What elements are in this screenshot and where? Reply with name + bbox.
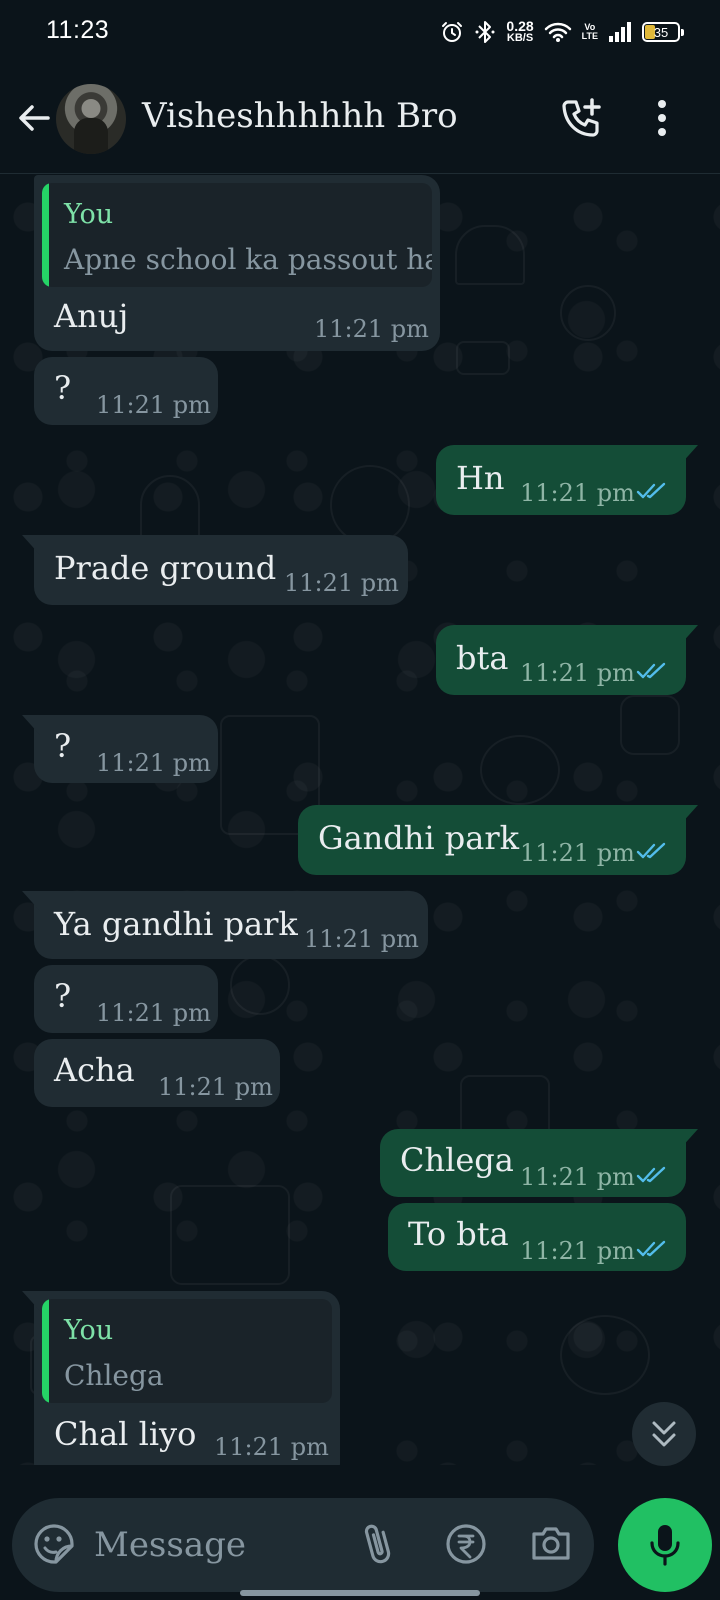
message-outgoing[interactable]: Chlega 11:21 pm xyxy=(380,1129,698,1197)
scroll-to-bottom-button[interactable] xyxy=(632,1402,696,1466)
message-incoming[interactable]: Acha 11:21 pm xyxy=(34,1039,280,1107)
read-ticks-icon xyxy=(636,1240,666,1257)
message-outgoing[interactable]: Hn 11:21 pm xyxy=(436,445,698,515)
status-icons: 0.28 KB/S Vo LTE 35 xyxy=(440,16,684,48)
message-time: 11:21 pm xyxy=(520,479,635,507)
quote-author: You xyxy=(64,199,114,230)
message-incoming[interactable]: ? 11:21 pm xyxy=(22,715,218,783)
battery-icon: 35 xyxy=(642,22,684,42)
bubble-tail xyxy=(680,445,698,465)
message-text: ? xyxy=(54,369,72,407)
more-vert-icon[interactable] xyxy=(650,96,674,140)
message-time: 11:21 pm xyxy=(304,925,419,953)
camera-icon[interactable] xyxy=(528,1522,574,1566)
wallpaper-doodle xyxy=(330,465,410,545)
message-incoming[interactable]: Prade ground 11:21 pm xyxy=(22,535,408,605)
quoted-message[interactable]: You Apne school ka passout hai xyxy=(42,183,432,287)
back-arrow-icon[interactable] xyxy=(14,98,54,138)
message-text: Acha xyxy=(54,1051,135,1089)
message-time: 11:21 pm xyxy=(284,569,399,597)
message-input[interactable] xyxy=(94,1520,344,1570)
contact-name[interactable]: Visheshhhhhh Bro xyxy=(142,96,458,136)
network-speed: 0.28 KB/S xyxy=(506,18,534,44)
sticker-emoji-icon[interactable] xyxy=(32,1522,76,1566)
rupee-payment-icon[interactable] xyxy=(444,1522,488,1566)
message-text: Prade ground xyxy=(54,549,277,587)
bubble-tail xyxy=(22,535,40,555)
quote-bar xyxy=(42,1299,49,1403)
bubble-tail xyxy=(22,891,40,911)
read-ticks-icon xyxy=(636,842,666,859)
wallpaper-doodle xyxy=(480,735,560,805)
bubble-tail xyxy=(680,1129,698,1149)
message-incoming[interactable]: Ya gandhi park 11:21 pm xyxy=(22,891,428,959)
status-time: 11:23 xyxy=(46,16,110,44)
wallpaper-doodle xyxy=(620,695,680,755)
alarm-icon xyxy=(442,22,463,42)
status-bar: 11:23 0.28 KB/S Vo LTE 35 xyxy=(0,0,720,62)
message-time: 11:21 pm xyxy=(158,1073,273,1101)
wallpaper-doodle xyxy=(170,1185,290,1285)
message-outgoing[interactable]: bta 11:21 pm xyxy=(436,625,698,695)
wallpaper-doodle xyxy=(455,225,525,285)
read-ticks-icon xyxy=(636,662,666,679)
message-time: 11:21 pm xyxy=(214,1433,329,1461)
quote-text: Apne school ka passout hai xyxy=(64,243,432,276)
message-time: 11:21 pm xyxy=(314,315,429,343)
message-time: 11:21 pm xyxy=(520,839,635,867)
message-outgoing[interactable]: Gandhi park 11:21 pm xyxy=(298,805,698,875)
double-chevron-down-icon xyxy=(652,1421,676,1447)
wallpaper-doodle xyxy=(560,285,616,341)
chat-area[interactable]: You Apne school ka passout hai Anuj 11:2… xyxy=(0,175,720,1465)
wallpaper-doodle xyxy=(560,1315,650,1395)
message-incoming[interactable]: ? 11:21 pm xyxy=(34,357,218,425)
avatar[interactable] xyxy=(56,84,126,154)
quote-bar xyxy=(42,183,49,287)
message-text: Hn xyxy=(456,459,505,497)
message-text: To bta xyxy=(408,1215,509,1253)
wifi-icon xyxy=(544,22,571,42)
wallpaper-doodle xyxy=(456,341,510,375)
message-text: ? xyxy=(54,977,72,1015)
message-text: Chal liyo xyxy=(54,1415,197,1453)
quoted-message[interactable]: You Chlega xyxy=(42,1299,332,1403)
message-incoming[interactable]: You Apne school ka passout hai Anuj 11:2… xyxy=(34,175,440,351)
message-text: Ya gandhi park xyxy=(54,905,298,943)
message-outgoing[interactable]: To bta 11:21 pm xyxy=(388,1203,686,1271)
message-text: Chlega xyxy=(400,1141,514,1179)
message-time: 11:21 pm xyxy=(520,1163,635,1191)
bubble-tail xyxy=(22,715,40,735)
message-time: 11:21 pm xyxy=(520,659,635,687)
message-incoming[interactable]: ? 11:21 pm xyxy=(34,965,218,1033)
quote-author: You xyxy=(64,1315,114,1346)
message-composer xyxy=(12,1498,594,1592)
message-time: 11:21 pm xyxy=(520,1237,635,1265)
wallpaper-doodle xyxy=(230,955,290,1015)
bluetooth-icon xyxy=(475,21,495,43)
bubble-tail xyxy=(680,805,698,825)
message-text: Gandhi park xyxy=(318,819,519,857)
bubble-tail xyxy=(22,1291,40,1311)
message-text: ? xyxy=(54,727,72,765)
message-text: bta xyxy=(456,639,509,677)
add-call-icon[interactable] xyxy=(560,96,604,140)
read-ticks-icon xyxy=(636,482,666,499)
message-time: 11:21 pm xyxy=(96,749,211,777)
message-time: 11:21 pm xyxy=(96,391,211,419)
home-indicator[interactable] xyxy=(240,1590,480,1596)
mic-button[interactable] xyxy=(618,1498,712,1592)
message-incoming[interactable]: You Chlega Chal liyo 11:21 pm xyxy=(22,1291,340,1465)
bubble-tail xyxy=(680,625,698,645)
attach-paperclip-icon[interactable] xyxy=(358,1520,398,1568)
quote-text: Chlega xyxy=(64,1359,164,1392)
message-text: Anuj xyxy=(54,297,129,335)
message-time: 11:21 pm xyxy=(96,999,211,1027)
chat-header: Visheshhhhhh Bro xyxy=(0,62,720,174)
read-ticks-icon xyxy=(636,1166,666,1183)
mic-icon xyxy=(650,1525,680,1566)
volte-indicator: Vo LTE xyxy=(581,22,598,41)
signal-icon xyxy=(609,22,631,42)
